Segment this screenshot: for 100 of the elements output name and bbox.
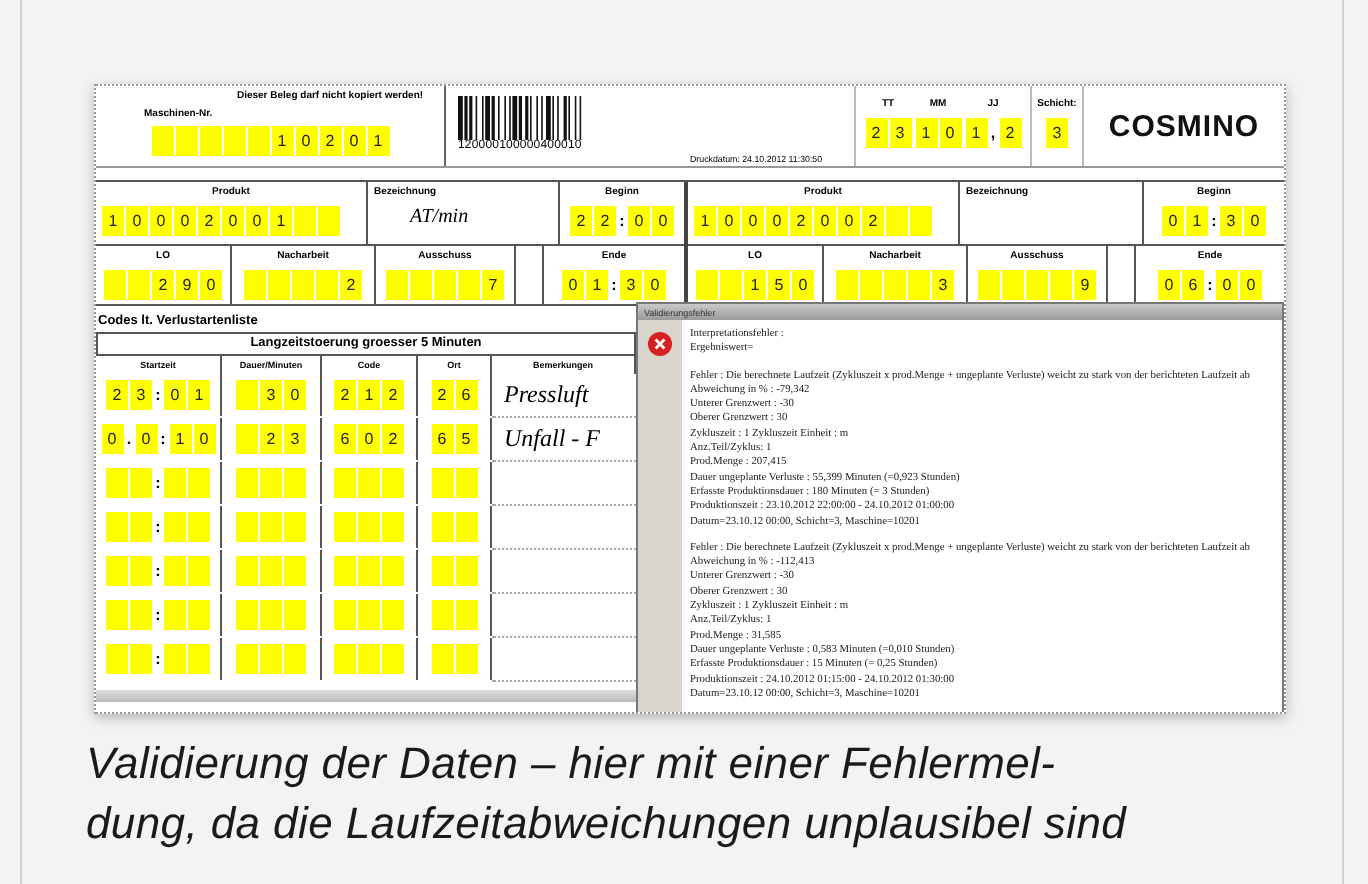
entry-cell <box>175 126 197 156</box>
digit-cell: 0 <box>814 206 836 236</box>
entry-cell <box>164 512 186 542</box>
digit-cell: 3 <box>889 118 911 148</box>
digit-cell: 3 <box>284 424 306 454</box>
digit-cell: 2 <box>198 206 220 236</box>
entry-cell <box>884 270 906 300</box>
digit-cell: 0 <box>628 206 650 236</box>
digit-separator: : <box>154 384 162 408</box>
digit-cell: 3 <box>620 270 642 300</box>
digit-separator: : <box>1206 274 1214 298</box>
entry-cell <box>358 556 380 586</box>
entry-cell <box>247 126 269 156</box>
entry-cell <box>696 270 718 300</box>
entry-cell <box>130 468 152 498</box>
digit-cell: 3 <box>932 270 954 300</box>
entry-cell <box>410 270 432 300</box>
entry-cell <box>268 270 290 300</box>
entry-cell <box>358 600 380 630</box>
entry-cell <box>334 468 356 498</box>
entry-cell <box>908 270 930 300</box>
entry-cell <box>188 468 210 498</box>
entry-cell <box>455 644 477 674</box>
entry-cell <box>128 270 150 300</box>
entry-cell <box>860 270 882 300</box>
entry-cell <box>431 556 453 586</box>
digit-cell: 1 <box>169 424 191 454</box>
entry-cell <box>358 512 380 542</box>
handwritten-note: AT/min <box>407 206 471 228</box>
digit-cell: 0 <box>101 424 123 454</box>
digit-separator: : <box>610 274 618 298</box>
digit-cell: 0 <box>838 206 860 236</box>
digit-cell: 2 <box>594 206 616 236</box>
entry-cell <box>164 600 186 630</box>
digit-cell: 1 <box>586 270 608 300</box>
entry-cell <box>978 270 1000 300</box>
digit-cell: 0 <box>295 126 317 156</box>
entry-cell <box>188 556 210 586</box>
entry-cell <box>284 512 306 542</box>
entry-cell <box>284 600 306 630</box>
digit-cell: 2 <box>382 380 404 410</box>
entry-cell <box>130 512 152 542</box>
entry-cell <box>1050 270 1072 300</box>
entry-cell <box>236 512 258 542</box>
entry-cell <box>284 468 306 498</box>
entry-cell <box>431 600 453 630</box>
digit-cell: 1 <box>915 118 937 148</box>
entry-cell <box>236 644 258 674</box>
digit-cell: 1 <box>102 206 124 236</box>
logo: COSMINO <box>1108 109 1260 143</box>
entry-cell <box>382 512 404 542</box>
digit-cell: 2 <box>260 424 282 454</box>
entry-cell <box>358 468 380 498</box>
digit-cell: 1 <box>694 206 716 236</box>
entry-cell <box>455 468 477 498</box>
entry-cell <box>318 206 340 236</box>
entry-cell <box>455 556 477 586</box>
digit-cell: 0 <box>742 206 764 236</box>
entry-cell <box>358 644 380 674</box>
entry-cell <box>386 270 408 300</box>
entry-cell <box>130 600 152 630</box>
entry-cell <box>260 512 282 542</box>
digit-cell: 0 <box>766 206 788 236</box>
digit-cell: 0 <box>126 206 148 236</box>
entry-cell <box>334 556 356 586</box>
digit-cell: 0 <box>1158 270 1180 300</box>
digit-cell: 0 <box>1216 270 1238 300</box>
entry-cell <box>382 644 404 674</box>
entry-cell <box>455 512 477 542</box>
digit-cell: 0 <box>135 424 157 454</box>
entry-cell <box>188 600 210 630</box>
digit-cell: 9 <box>176 270 198 300</box>
digit-cell: 5 <box>455 424 477 454</box>
entry-cell <box>106 600 128 630</box>
digit-separator: : <box>159 428 167 452</box>
entry-cell <box>431 468 453 498</box>
entry-cell <box>292 270 314 300</box>
entry-cell <box>886 206 908 236</box>
digit-cell: 6 <box>455 380 477 410</box>
digit-cell: 2 <box>382 424 404 454</box>
entry-cell <box>284 556 306 586</box>
entry-cell <box>284 644 306 674</box>
entry-cell <box>382 600 404 630</box>
digit-cell: 0 <box>164 380 186 410</box>
digit-cell: 1 <box>271 126 293 156</box>
digit-cell: 0 <box>343 126 365 156</box>
figure-caption: Validierung der Daten – hier mit einer Fehlermel- dung, da die Laufzeitabweichungen unplausibel sind <box>86 736 1129 852</box>
digit-cell: 0 <box>222 206 244 236</box>
digit-cell: 1 <box>367 126 389 156</box>
digit-cell: 0 <box>718 206 740 236</box>
digit-cell: 2 <box>340 270 362 300</box>
entry-cell <box>106 556 128 586</box>
digit-cell: 0 <box>1240 270 1262 300</box>
entry-cell <box>236 556 258 586</box>
digit-cell: 0 <box>792 270 814 300</box>
entry-cell <box>316 270 338 300</box>
digit-separator: . <box>125 428 133 452</box>
digit-cell: 3 <box>130 380 152 410</box>
digit-cell: 2 <box>999 118 1021 148</box>
entry-cell <box>260 556 282 586</box>
